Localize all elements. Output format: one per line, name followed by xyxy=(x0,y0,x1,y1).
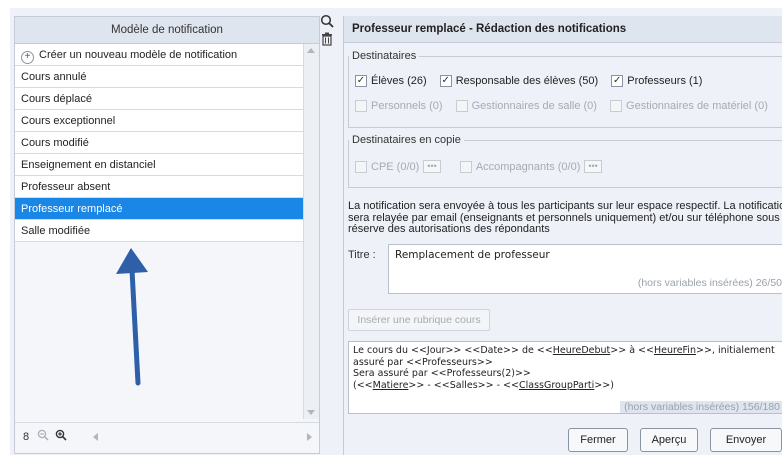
checkbox-personnels-label: Personnels (0) xyxy=(371,100,443,112)
search-icon[interactable] xyxy=(320,14,334,28)
checkbox-gestionnaires-materiel[interactable]: Gestionnaires de matériel (0) xyxy=(610,100,768,112)
checkbox-eleves-label: Élèves (26) xyxy=(371,75,427,87)
scroll-down-icon[interactable] xyxy=(307,410,315,415)
annotation-arrow-icon xyxy=(116,248,148,386)
checkmark-icon: ✓ xyxy=(611,75,624,87)
send-button[interactable]: Envoyer xyxy=(710,428,782,452)
checkbox-accompagnants[interactable]: Accompagnants (0/0) ••• xyxy=(459,160,602,173)
title-label: Titre : xyxy=(348,249,376,261)
scroll-up-icon[interactable] xyxy=(307,48,315,53)
checkbox-accompagnants-label: Accompagnants (0/0) xyxy=(475,160,581,173)
notification-editor-panel: Professeur remplacé - Rédaction des noti… xyxy=(343,16,782,455)
accompagnants-more-button[interactable]: ••• xyxy=(584,160,602,173)
scroll-left-icon[interactable] xyxy=(93,433,98,441)
notice-line-1: La notification sera envoyée à tous les … xyxy=(348,201,782,212)
cpe-more-button[interactable]: ••• xyxy=(423,160,441,173)
checkbox-cpe[interactable]: CPE (0/0) ••• xyxy=(355,160,441,173)
plus-circle-icon: + xyxy=(21,51,34,64)
template-list-header: Modèle de notification xyxy=(15,17,319,44)
template-list: + Créer un nouveau modèle de notification… xyxy=(15,44,303,242)
checkbox-gestionnaires-salle-label: Gestionnaires de salle (0) xyxy=(471,100,597,112)
title-input[interactable]: Remplacement de professeur (hors variabl… xyxy=(388,244,782,294)
checkmark-icon: ✓ xyxy=(439,75,452,87)
create-template-label: Créer un nouveau modèle de notification xyxy=(39,49,238,61)
zoom-level: 8 xyxy=(23,431,30,443)
checkbox-responsables[interactable]: ✓ Responsable des élèves (50) xyxy=(439,75,599,87)
checkmark-icon: ✓ xyxy=(355,75,367,87)
recipients-group: Destinataires ✓ Élèves (26) ✓ Responsable … xyxy=(348,50,782,128)
body-line-3: Sera assuré par <<Professeurs(2)>> xyxy=(353,368,531,379)
checkbox-cpe-label: CPE (0/0) xyxy=(371,160,420,173)
checkbox-professeurs-label: Professeurs (1) xyxy=(627,75,703,87)
template-item-cours-exceptionnel[interactable]: Cours exceptionnel xyxy=(15,110,303,132)
message-body-editor[interactable]: Le cours du <<Jour>> <<Date>> de <<Heure… xyxy=(348,341,782,414)
close-button[interactable]: Fermer xyxy=(568,428,628,452)
template-item-cours-annule[interactable]: Cours annulé xyxy=(15,66,303,88)
checkbox-gestionnaires-salle[interactable]: Gestionnaires de salle (0) xyxy=(455,100,597,112)
template-item-professeur-remplace[interactable]: Professeur remplacé xyxy=(15,198,303,220)
list-footer: 8 xyxy=(15,422,319,453)
checkbox-professeurs[interactable]: ✓ Professeurs (1) xyxy=(611,75,702,87)
zoom-in-icon[interactable] xyxy=(55,429,67,441)
checkbox-personnels[interactable]: Personnels (0) xyxy=(355,100,443,112)
message-body-text: Le cours du <<Jour>> <<Date>> de <<Heure… xyxy=(353,345,782,391)
body-line-4: (<<Matiere>> - <<Salles>> - <<ClassGroup… xyxy=(353,379,614,391)
trash-icon[interactable] xyxy=(321,32,333,46)
scroll-right-icon[interactable] xyxy=(307,433,312,441)
template-item-professeur-absent[interactable]: Professeur absent xyxy=(15,176,303,198)
title-char-count: (hors variables insérées) 26/50 xyxy=(637,277,782,289)
title-input-value: Remplacement de professeur xyxy=(395,249,550,261)
checkbox-eleves[interactable]: ✓ Élèves (26) xyxy=(355,75,427,87)
vertical-scrollbar[interactable] xyxy=(303,44,319,419)
body-line-2: assuré par <<Professeurs>> xyxy=(353,356,493,368)
template-item-salle-modifiee[interactable]: Salle modifiée xyxy=(15,220,303,242)
template-item-cours-modifie[interactable]: Cours modifié xyxy=(15,132,303,154)
zoom-out-icon[interactable] xyxy=(37,429,49,441)
checkbox-responsables-label: Responsable des élèves (50) xyxy=(455,75,599,87)
recipients-legend: Destinataires xyxy=(352,50,417,62)
notification-info-text: La notification sera envoyée à tous les … xyxy=(348,201,782,233)
template-item-cours-deplace[interactable]: Cours déplacé xyxy=(15,88,303,110)
create-template-item[interactable]: + Créer un nouveau modèle de notification xyxy=(15,44,303,66)
notice-line-3: réserve des autorisations des répondants xyxy=(348,223,550,233)
insert-course-field-button[interactable]: Insérer une rubrique cours xyxy=(348,309,490,331)
template-item-enseignement-distanciel[interactable]: Enseignement en distanciel xyxy=(15,154,303,176)
template-list-panel: Modèle de notification + Créer un nouveau… xyxy=(14,16,320,454)
copy-recipients-group: Destinataires en copie CPE (0/0) ••• Acco… xyxy=(348,134,782,188)
preview-button[interactable]: Aperçu xyxy=(640,428,698,452)
checkbox-gestionnaires-materiel-label: Gestionnaires de matériel (0) xyxy=(626,100,768,112)
body-line-1: Le cours du <<Jour>> <<Date>> de <<Heure… xyxy=(353,345,775,356)
list-tools xyxy=(318,14,336,54)
copy-recipients-legend: Destinataires en copie xyxy=(352,134,461,146)
editor-title: Professeur remplacé - Rédaction des noti… xyxy=(344,16,782,43)
body-char-count: (hors variables insérées) 156/180 xyxy=(620,401,782,413)
